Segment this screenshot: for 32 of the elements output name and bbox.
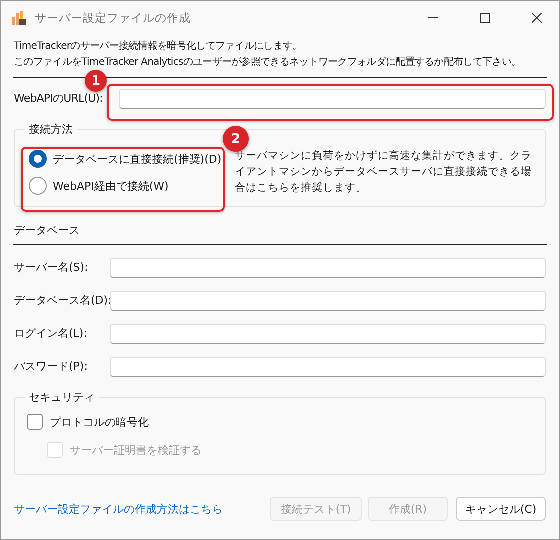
callout-badge: 2 <box>223 126 249 152</box>
maximize-icon <box>480 13 490 23</box>
radio-button[interactable] <box>29 177 47 195</box>
radio-label: WebAPI経由で接続(W) <box>53 178 169 194</box>
section-title: データベース <box>14 223 81 238</box>
checkbox[interactable] <box>27 414 43 430</box>
input-field[interactable] <box>110 324 546 344</box>
checkbox-label: プロトコルの暗号化 <box>50 414 149 430</box>
group-title: セキュリティ <box>25 390 99 405</box>
url-field[interactable] <box>118 88 546 108</box>
field-label: ログイン名(L): <box>14 326 88 341</box>
window-title: サーバー設定ファイルの作成 <box>35 10 192 26</box>
description-text: サーバマシンに負荷をかけずに高速な集計ができます。クライアントマシンからデータベースサーバに直接接続できる場合はこちらを推奨します。 <box>235 149 533 196</box>
checkbox-label: サーバー証明書を検証する <box>70 442 202 458</box>
field-label: パスワード(P): <box>14 359 89 374</box>
callout-badge: 1 <box>85 70 107 92</box>
input-field[interactable] <box>110 356 546 376</box>
field-label: WebAPIのURL(U): <box>14 91 103 106</box>
radio-option[interactable]: データベースに直接接続(推奨)(D) <box>29 150 219 168</box>
close-icon <box>532 13 542 23</box>
help-link[interactable]: サーバー設定ファイルの作成方法はこちら <box>14 502 264 516</box>
radio-label: データベースに直接接続(推奨)(D) <box>53 152 222 166</box>
input-field[interactable] <box>110 258 546 278</box>
dialog-button[interactable]: キャンセル(C) <box>456 497 546 521</box>
intro-text: TimeTrackerのサーバー接続情報を暗号化してファイルにします。 <box>14 40 302 54</box>
radio-option[interactable]: WebAPI経由で接続(W) <box>29 177 219 195</box>
group-title: 接続方法 <box>25 122 77 137</box>
field-label: サーバー名(S): <box>14 260 90 275</box>
intro-text: このファイルをTimeTracker Analyticsのユーザーが参照できるネットワークフォルダに配置するか配布して下さい。 <box>14 56 522 70</box>
input-field[interactable] <box>110 290 546 310</box>
app-icon <box>11 10 27 26</box>
radio-button[interactable] <box>29 150 47 168</box>
